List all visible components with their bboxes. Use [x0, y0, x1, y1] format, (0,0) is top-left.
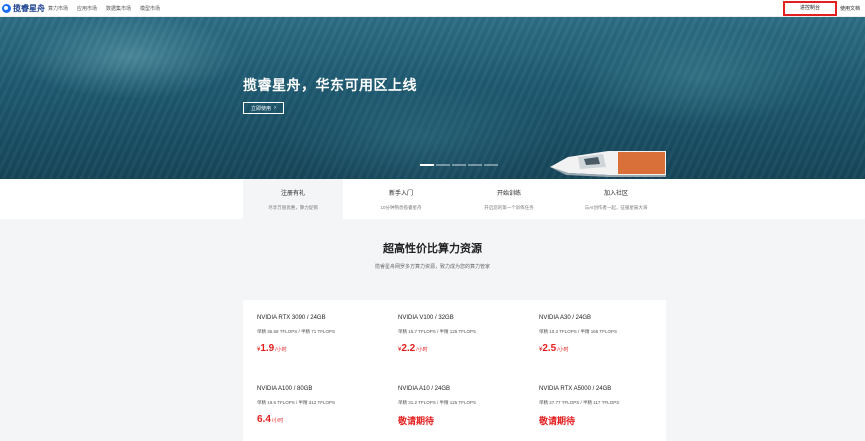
feature-join-community[interactable]: 加入社区 与AI创作者一起，征服星辰大海: [566, 179, 666, 219]
price-unit: /小时: [275, 347, 287, 353]
coming-soon-label: 敬请期待: [539, 416, 576, 426]
top-navbar: 揽睿星舟 算力市场 应用市场 数据集市场 模型市场 进控制台 使用文档: [0, 0, 865, 17]
price-unit: /小时: [416, 347, 428, 353]
gpu-name: NVIDIA RTX 3090 / 24GB: [257, 315, 326, 321]
section-title: 超高性价比算力资源: [383, 243, 482, 255]
price-value: 2.5: [542, 343, 557, 354]
carousel-dot[interactable]: [468, 164, 482, 166]
nav-item-app-market[interactable]: 应用市场: [77, 5, 97, 12]
nav-item-dataset-market[interactable]: 数据集市场: [106, 5, 131, 12]
feature-title: 注册有礼: [280, 191, 305, 197]
gpu-item-v100[interactable]: NVIDIA V100 / 32GB 单精 15.7 TFLOPS / 半精 1…: [398, 315, 538, 354]
gpu-item-a10[interactable]: NVIDIA A10 / 24GB 单精 31.2 TFLOPS / 半精 12…: [398, 386, 538, 427]
gpu-spec: 单精 10.3 TFLOPS / 半精 165 TFLOPS: [539, 329, 618, 334]
gpu-name: NVIDIA A10 / 24GB: [398, 386, 451, 392]
price-value: 6.4: [257, 414, 271, 425]
price-value: 1.9: [260, 343, 275, 354]
gpu-spec: 单精 15.7 TFLOPS / 半精 125 TFLOPS: [398, 329, 477, 334]
hero-cta-label: 立即使用: [250, 105, 271, 112]
gpu-item-rtx3090[interactable]: NVIDIA RTX 3090 / 24GB 单精 35.58 TFLOPS /…: [257, 315, 397, 354]
hero-title: 揽睿星舟，华东可用区上线: [243, 77, 417, 93]
gpu-item-a100[interactable]: NVIDIA A100 / 80GB 单精 19.5 TFLOPS / 半精 3…: [257, 386, 397, 425]
gpu-spec: 单精 27.77 TFLOPS / 半精 117 TFLOPS: [539, 400, 620, 405]
console-button[interactable]: 进控制台: [783, 1, 837, 16]
gpu-item-a30[interactable]: NVIDIA A30 / 24GB 单精 10.3 TFLOPS / 半精 16…: [539, 315, 679, 354]
carousel-dot[interactable]: [452, 164, 466, 166]
nav-item-model-market[interactable]: 模型市场: [140, 5, 160, 12]
chevron-right-icon: ›: [274, 105, 276, 111]
price-unit: /小时: [557, 347, 569, 353]
gpu-name: NVIDIA RTX A5000 / 24GB: [539, 386, 612, 392]
hero-banner: 揽睿星舟，华东可用区上线 立即使用 ›: [0, 17, 865, 179]
price-unit: /小时: [271, 418, 284, 424]
gpu-price: 敬请期待: [539, 414, 679, 427]
gpu-name: NVIDIA A100 / 80GB: [257, 386, 313, 392]
feature-tabs: 注册有礼 尽享万值优惠，算力促销 新手入门 10分钟熟悉揽睿星舟 开始训练 开启…: [0, 179, 865, 219]
carousel-dot[interactable]: [420, 164, 434, 166]
price-value: 2.2: [401, 343, 416, 354]
feature-register[interactable]: 注册有礼 尽享万值优惠，算力促销: [243, 179, 343, 219]
coming-soon-label: 敬请期待: [398, 416, 435, 426]
gpu-spec: 单精 35.58 TFLOPS / 半精 71 TFLOPS: [257, 329, 336, 334]
gpu-pricing-card: NVIDIA RTX 3090 / 24GB 单精 35.58 TFLOPS /…: [243, 300, 666, 441]
logo-text: 揽睿星舟: [13, 4, 45, 13]
gpu-price: 6.4 /小时: [257, 414, 397, 425]
feature-subtitle: 与AI创作者一起，征服星辰大海: [584, 205, 648, 210]
carousel-dot[interactable]: [436, 164, 450, 166]
gpu-spec: 单精 19.5 TFLOPS / 半精 312 TFLOPS: [257, 400, 336, 405]
feature-title: 开始训练: [496, 191, 521, 197]
carousel-dot[interactable]: [484, 164, 498, 166]
feature-subtitle: 开启您的第一个训练任务: [484, 205, 534, 210]
hero-cta-button[interactable]: 立即使用 ›: [243, 102, 284, 114]
gpu-price: ¥ 2.5 /小时: [539, 343, 679, 354]
section-subtitle: 揽睿星舟网罗多方算力资源，致力成为您的算力管家: [374, 264, 490, 270]
feature-getting-started[interactable]: 新手入门 10分钟熟悉揽睿星舟: [351, 179, 451, 219]
gpu-price: ¥ 1.9 /小时: [257, 343, 397, 354]
docs-link[interactable]: 使用文档: [840, 5, 860, 12]
gpu-price: ¥ 2.2 /小时: [398, 343, 538, 354]
gpu-name: NVIDIA A30 / 24GB: [539, 315, 592, 321]
logo-icon: [2, 4, 11, 13]
gpu-item-a5000[interactable]: NVIDIA RTX A5000 / 24GB 单精 27.77 TFLOPS …: [539, 386, 679, 427]
feature-start-training[interactable]: 开始训练 开启您的第一个训练任务: [459, 179, 559, 219]
feature-title: 加入社区: [603, 191, 628, 197]
feature-title: 新手入门: [388, 191, 413, 197]
logo[interactable]: 揽睿星舟: [2, 2, 45, 15]
nav-item-compute-market[interactable]: 算力市场: [48, 5, 68, 12]
carousel-indicators: [420, 164, 500, 166]
gpu-price: 敬请期待: [398, 414, 538, 427]
feature-subtitle: 尽享万值优惠，算力促销: [268, 205, 318, 210]
gpu-spec: 单精 31.2 TFLOPS / 半精 125 TFLOPS: [398, 400, 477, 405]
boat-image: [550, 151, 666, 177]
feature-subtitle: 10分钟熟悉揽睿星舟: [380, 205, 422, 210]
gpu-name: NVIDIA V100 / 32GB: [398, 315, 454, 321]
